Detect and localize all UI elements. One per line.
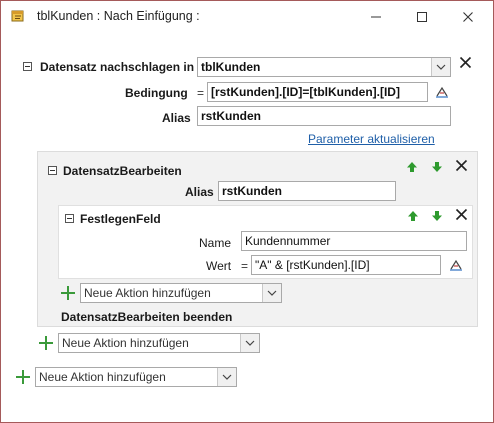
set-field-name-label: Name	[199, 236, 232, 250]
maximize-button[interactable]	[399, 1, 445, 32]
arrow-down-icon	[432, 162, 442, 172]
set-field-value-label: Wert	[206, 259, 232, 273]
dropdown-button[interactable]	[431, 58, 450, 76]
condition-label: Bedingung	[125, 86, 188, 100]
plus-icon[interactable]	[16, 370, 30, 384]
macro-icon	[11, 9, 25, 23]
macro-designer-window: tblKunden : Nach Einfügung : Datensatz n…	[0, 0, 494, 423]
dropdown-button[interactable]	[217, 368, 236, 386]
arrow-up-icon	[408, 211, 418, 221]
dropdown-button[interactable]	[262, 284, 281, 302]
minimize-button[interactable]	[353, 1, 399, 32]
set-field-panel: FestlegenFeld Name Kundennummer Wert = "…	[58, 205, 473, 279]
edit-record-alias-label: Alias	[185, 185, 214, 199]
move-down-button[interactable]	[431, 210, 443, 225]
delete-set-field-button[interactable]	[455, 208, 468, 224]
chevron-down-icon	[245, 340, 255, 346]
minimize-icon	[371, 16, 381, 18]
edit-record-end-label: DatensatzBearbeiten beenden	[61, 310, 233, 324]
move-down-button[interactable]	[431, 161, 443, 176]
add-action-inner-text: Neue Aktion hinzufügen	[84, 286, 211, 300]
move-up-button[interactable]	[407, 210, 419, 225]
expression-builder-icon	[436, 86, 448, 98]
delete-x-icon	[459, 56, 472, 69]
title-bar[interactable]: tblKunden : Nach Einfügung :	[1, 1, 493, 32]
collapse-lookup-toggle[interactable]	[23, 62, 32, 71]
plus-icon[interactable]	[61, 286, 75, 300]
set-field-value-equals: =	[241, 259, 249, 273]
dropdown-button[interactable]	[240, 334, 259, 352]
add-action-combo-inner[interactable]: Neue Aktion hinzufügen	[80, 283, 282, 303]
add-action-middle-text: Neue Aktion hinzufügen	[62, 336, 189, 350]
collapse-set-field-toggle[interactable]	[65, 214, 74, 223]
delete-x-icon	[455, 208, 468, 221]
condition-builder-button[interactable]	[435, 85, 449, 102]
set-field-header-label: FestlegenFeld	[80, 212, 161, 226]
delete-edit-record-button[interactable]	[455, 159, 468, 175]
set-field-name-field[interactable]: Kundennummer	[241, 231, 467, 251]
arrow-down-icon	[432, 211, 442, 221]
arrow-up-icon	[407, 162, 417, 172]
maximize-icon	[417, 12, 427, 22]
plus-icon[interactable]	[39, 336, 53, 350]
lookup-table-value: tblKunden	[201, 60, 261, 74]
lookup-table-combo[interactable]: tblKunden	[197, 57, 451, 77]
condition-field[interactable]: [rstKunden].[ID]=[tblKunden].[ID]	[207, 82, 428, 102]
add-action-combo-middle[interactable]: Neue Aktion hinzufügen	[58, 333, 260, 353]
edit-record-panel: DatensatzBearbeiten Alias rstKunden Fest…	[37, 151, 478, 327]
delete-x-icon	[455, 159, 468, 172]
edit-record-header-label: DatensatzBearbeiten	[63, 164, 182, 178]
lookup-header-label: Datensatz nachschlagen in	[40, 60, 195, 74]
close-window-button[interactable]	[445, 1, 491, 32]
chevron-down-icon	[436, 64, 446, 70]
expression-builder-icon	[450, 259, 462, 271]
chevron-down-icon	[222, 374, 232, 380]
add-action-combo-outer[interactable]: Neue Aktion hinzufügen	[35, 367, 237, 387]
set-field-value-field[interactable]: "A" & [rstKunden].[ID]	[251, 255, 441, 275]
add-action-outer-text: Neue Aktion hinzufügen	[39, 370, 166, 384]
collapse-edit-record-toggle[interactable]	[48, 166, 57, 175]
value-builder-button[interactable]	[449, 258, 463, 275]
update-parameters-link[interactable]: Parameter aktualisieren	[308, 132, 435, 146]
close-icon	[463, 12, 473, 22]
window-title: tblKunden : Nach Einfügung :	[37, 9, 200, 23]
edit-record-alias-field[interactable]: rstKunden	[218, 181, 396, 201]
condition-equals: =	[197, 86, 205, 100]
move-up-button[interactable]	[406, 161, 418, 176]
chevron-down-icon	[267, 290, 277, 296]
delete-lookup-button[interactable]	[459, 56, 472, 72]
lookup-alias-field[interactable]: rstKunden	[197, 106, 451, 126]
lookup-alias-label: Alias	[162, 111, 191, 125]
